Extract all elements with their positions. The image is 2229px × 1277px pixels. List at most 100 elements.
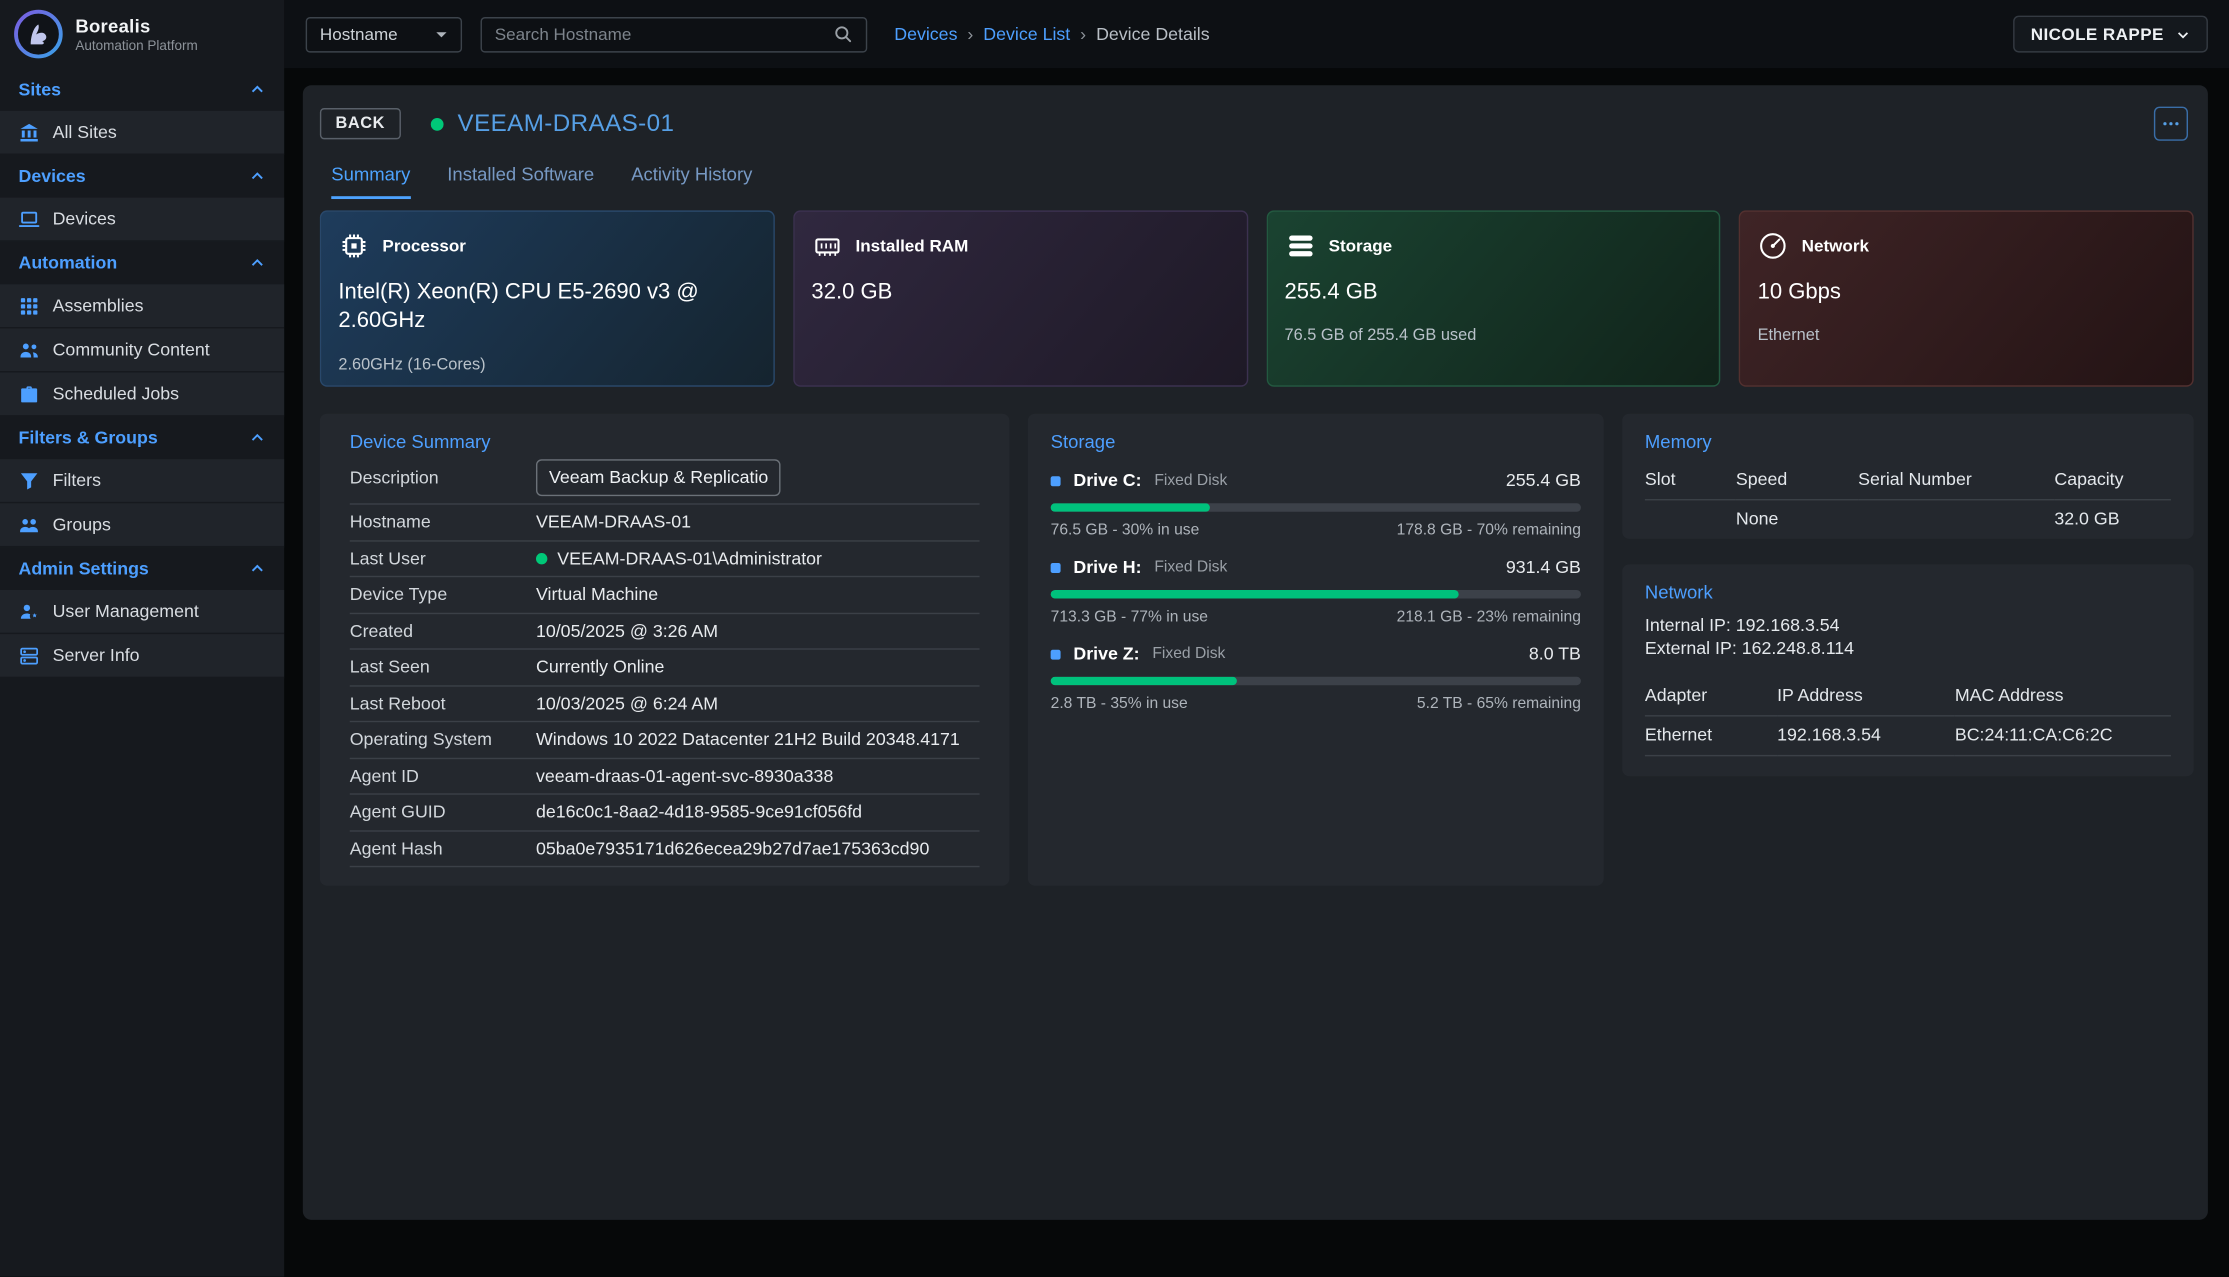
memory-cell-slot xyxy=(1645,500,1736,538)
drive-remaining: 178.8 GB - 70% remaining xyxy=(1397,522,1581,539)
sidebar-item-groups[interactable]: Groups xyxy=(0,503,284,547)
nav-item-label: User Management xyxy=(53,601,199,621)
nav-item-label: Filters xyxy=(53,471,101,491)
sidebar-item-assemblies[interactable]: Assemblies xyxy=(0,284,284,328)
sidebar-section-devices[interactable]: Devices xyxy=(0,155,284,198)
chevron-up-icon xyxy=(249,560,266,577)
chevron-up-icon xyxy=(249,168,266,185)
nav-item-label: Assemblies xyxy=(53,296,144,316)
more-options-icon xyxy=(2161,114,2181,134)
breadcrumb: Devices Device List Device Details xyxy=(894,24,1209,44)
sidebar-section-automation[interactable]: Automation xyxy=(0,242,284,285)
borealis-logo-icon xyxy=(13,9,64,60)
sidebar-item-user-management[interactable]: User Management xyxy=(0,590,284,634)
nav-item-label: Groups xyxy=(53,515,111,535)
row-label: Created xyxy=(350,621,536,641)
summary-row: Device Type Virtual Machine xyxy=(350,577,980,613)
card-label: Installed RAM xyxy=(856,236,969,256)
row-label: Last Seen xyxy=(350,657,536,677)
sidebar-section-admin-settings[interactable]: Admin Settings xyxy=(0,547,284,590)
row-value: 10/03/2025 @ 6:24 AM xyxy=(536,693,718,713)
drive-icon xyxy=(1051,476,1061,486)
row-value: 05ba0e7935171d626ecea29b27d7ae175363cd90 xyxy=(536,838,929,858)
memory-panel-title: Memory xyxy=(1645,431,2171,452)
drive-size: 8.0 TB xyxy=(1529,644,1581,664)
network-table: Adapter IP Address MAC Address Ethernet … xyxy=(1645,677,2171,757)
sidebar-item-filters[interactable]: Filters xyxy=(0,459,284,503)
search-box[interactable] xyxy=(481,16,868,52)
nav-item-label: Scheduled Jobs xyxy=(53,384,179,404)
user-menu-button[interactable]: NICOLE RAPPE xyxy=(2014,16,2208,53)
row-label: Agent GUID xyxy=(350,802,536,822)
network-card: Network 10 Gbps Ethernet xyxy=(1739,210,2194,386)
search-icon xyxy=(833,24,853,44)
sidebar-section-sites[interactable]: Sites xyxy=(0,68,284,111)
user-name: NICOLE RAPPE xyxy=(2031,24,2164,44)
row-label: Last Reboot xyxy=(350,693,536,713)
row-value: VEEAM-DRAAS-01 xyxy=(536,512,691,532)
description-input[interactable] xyxy=(536,459,781,496)
memory-cell-speed: None xyxy=(1736,500,1858,538)
sidebar-item-scheduled-jobs[interactable]: Scheduled Jobs xyxy=(0,372,284,416)
drive-usage-fill xyxy=(1051,677,1237,686)
device-details-panel: BACK VEEAM-DRAAS-01 Summary Installed So… xyxy=(303,85,2208,1220)
row-value: de16c0c1-8aa2-4d18-9585-9ce91cf056fd xyxy=(536,802,862,822)
tab-summary[interactable]: Summary xyxy=(331,163,410,199)
memory-header: Slot xyxy=(1645,461,1736,501)
drive-usage-bar xyxy=(1051,503,1581,512)
row-label: Description xyxy=(350,468,536,488)
sidebar-section-filters-groups[interactable]: Filters & Groups xyxy=(0,417,284,460)
network-icon xyxy=(1758,230,1789,261)
sidebar-item-community-content[interactable]: Community Content xyxy=(0,328,284,372)
content-area: BACK VEEAM-DRAAS-01 Summary Installed So… xyxy=(284,68,2229,1276)
card-label: Network xyxy=(1802,236,1869,256)
drive-name: Drive H: xyxy=(1073,557,1141,577)
processor-caption: 2.60GHz (16-Cores) xyxy=(338,357,756,374)
row-label: Agent ID xyxy=(350,766,536,786)
back-button[interactable]: BACK xyxy=(320,108,401,139)
summary-row: Hostname VEEAM-DRAAS-01 xyxy=(350,505,980,541)
section-label: Admin Settings xyxy=(18,559,148,579)
sidebar-item-devices[interactable]: Devices xyxy=(0,198,284,242)
breadcrumb-devices[interactable]: Devices xyxy=(894,24,957,44)
memory-table: Slot Speed Serial Number Capacity None 3… xyxy=(1645,461,2171,539)
drive-used: 713.3 GB - 77% in use xyxy=(1051,608,1208,625)
breadcrumb-separator xyxy=(1080,24,1086,44)
memory-header: Speed xyxy=(1736,461,1858,501)
drive-remaining: 218.1 GB - 23% remaining xyxy=(1397,608,1581,625)
brand-subtitle: Automation Platform xyxy=(75,38,197,54)
ip-addresses: Internal IP: 192.168.3.54 External IP: 1… xyxy=(1645,616,2171,660)
search-input[interactable] xyxy=(495,24,822,44)
brand-home-link[interactable]: Borealis Automation Platform xyxy=(0,0,284,68)
scheduled-jobs-icon xyxy=(18,383,39,404)
sidebar-item-server-info[interactable]: Server Info xyxy=(0,634,284,678)
storage-card: Storage 255.4 GB 76.5 GB of 255.4 GB use… xyxy=(1266,210,1721,386)
network-panel: Network Internal IP: 192.168.3.54 Extern… xyxy=(1622,564,2194,776)
drive-usage-fill xyxy=(1051,590,1459,599)
card-label: Storage xyxy=(1329,236,1393,256)
topbar: Hostname Devices Device List Device Deta… xyxy=(284,0,2229,68)
processor-value: Intel(R) Xeon(R) CPU E5-2690 v3 @ 2.60GH… xyxy=(338,279,736,337)
row-label: Last User xyxy=(350,548,536,568)
hostname-filter-select[interactable]: Hostname xyxy=(306,16,462,52)
device-title: VEEAM-DRAAS-01 xyxy=(458,109,675,137)
device-title-row: BACK VEEAM-DRAAS-01 xyxy=(320,107,2194,141)
device-summary-title: Device Summary xyxy=(350,431,980,452)
sidebar-item-all-sites[interactable]: All Sites xyxy=(0,111,284,155)
external-ip: External IP: 162.248.8.114 xyxy=(1645,638,2171,660)
cpu-icon xyxy=(338,230,369,261)
breadcrumb-device-list[interactable]: Device List xyxy=(983,24,1070,44)
groups-icon xyxy=(18,514,39,535)
section-label: Devices xyxy=(18,166,85,186)
tab-activity-history[interactable]: Activity History xyxy=(631,163,752,199)
network-header: MAC Address xyxy=(1955,677,2171,717)
processor-card: Processor Intel(R) Xeon(R) CPU E5-2690 v… xyxy=(320,210,775,386)
more-options-button[interactable] xyxy=(2154,107,2188,141)
row-label: Operating System xyxy=(350,730,536,750)
summary-row: Agent Hash 05ba0e7935171d626ecea29b27d7a… xyxy=(350,831,980,867)
devices-icon xyxy=(18,208,39,229)
app-root: Borealis Automation Platform Sites All S… xyxy=(0,0,2229,1277)
tab-installed-software[interactable]: Installed Software xyxy=(447,163,594,199)
filters-icon xyxy=(18,470,39,491)
summary-row: Last Seen Currently Online xyxy=(350,650,980,686)
